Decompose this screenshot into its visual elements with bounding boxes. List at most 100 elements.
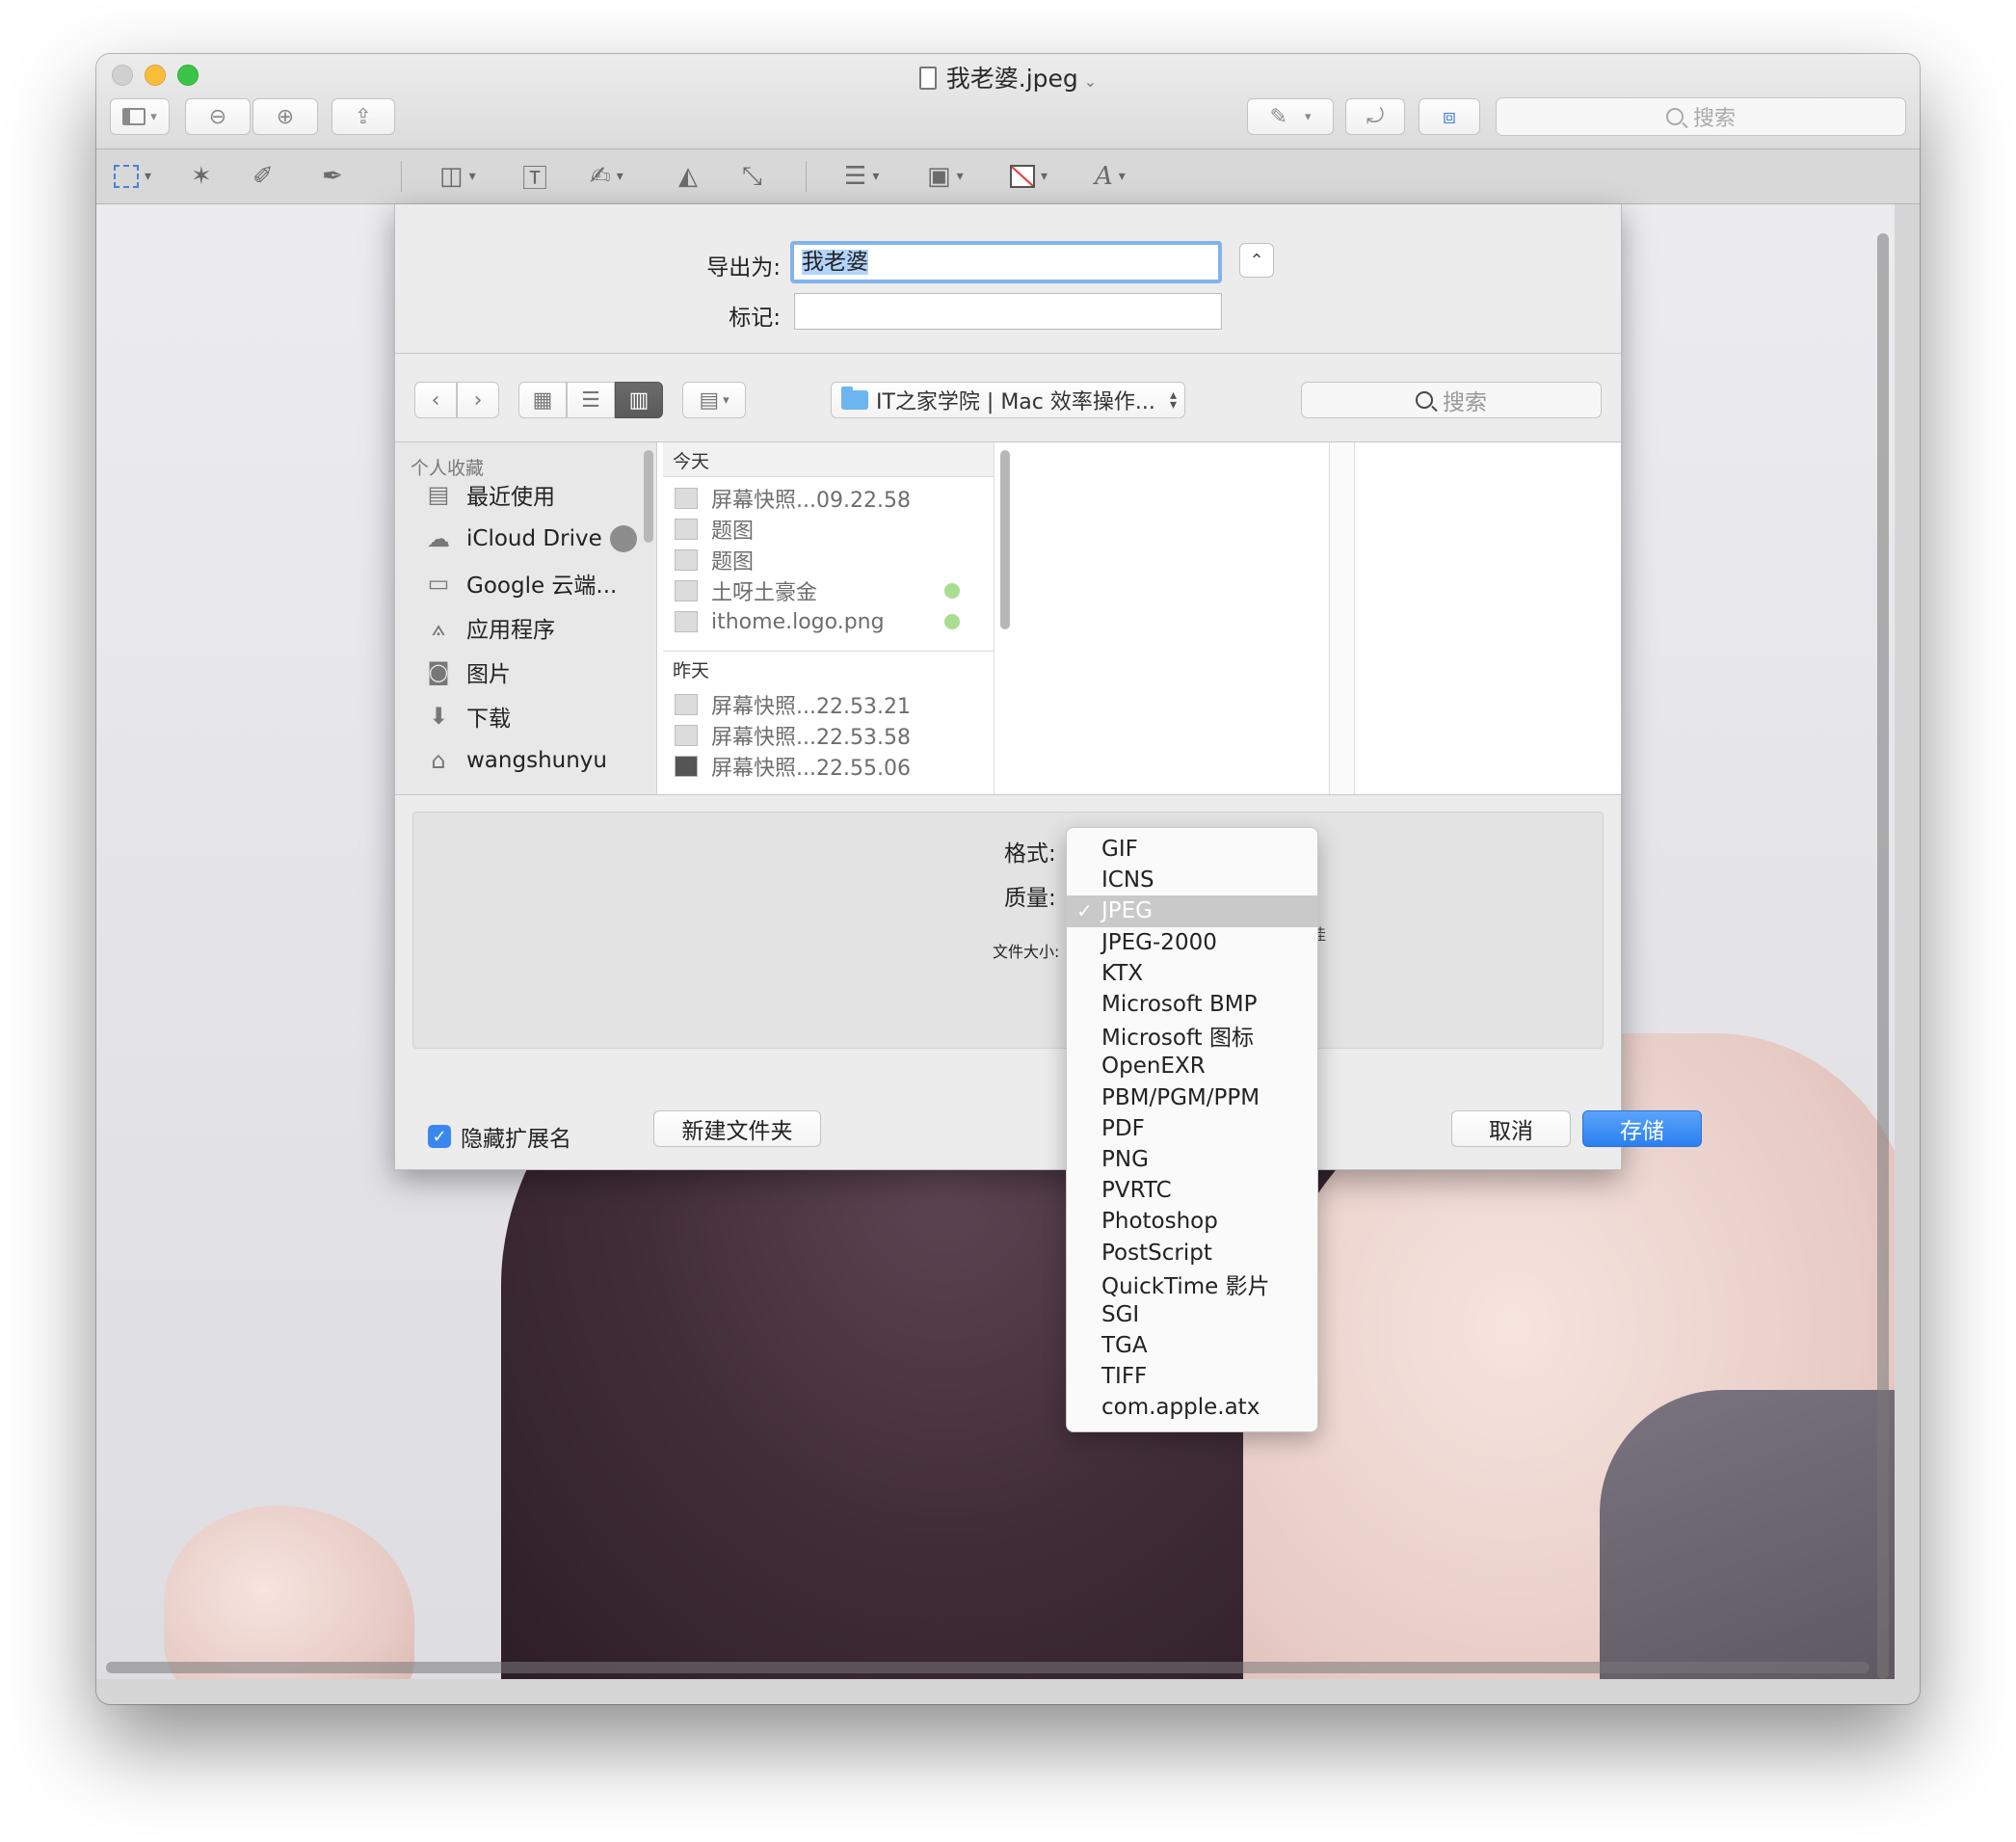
menu-item-jpeg-2000[interactable]: JPEG-2000: [1067, 927, 1317, 958]
selection-tool[interactable]: ▾: [114, 159, 151, 194]
sidebar-item-pictures[interactable]: ◙ 图片: [424, 653, 511, 691]
border-color-tool[interactable]: ▣ ▾: [927, 159, 964, 194]
menu-item-ktx[interactable]: KTX: [1067, 958, 1317, 989]
sidebar-item-recents[interactable]: ▤ 最近使用: [424, 475, 555, 514]
chevron-down-icon: ⌄: [1083, 72, 1098, 91]
hide-extension-checkbox[interactable]: ✓: [428, 1125, 451, 1148]
sidebar-icon: [122, 108, 146, 125]
sidebar-item-google-drive[interactable]: ▭ Google 云端...: [424, 564, 618, 602]
empty-column: [1018, 442, 1330, 794]
group-button[interactable]: ▤ ▾: [682, 382, 746, 418]
menu-item-pdf[interactable]: PDF: [1067, 1113, 1317, 1144]
chevron-down-icon: ▾: [956, 169, 964, 184]
menu-item-pbm-pgm-ppm[interactable]: PBM/PGM/PPM: [1067, 1082, 1317, 1113]
cancel-button[interactable]: 取消: [1451, 1110, 1571, 1147]
menu-item-openexr[interactable]: OpenEXR: [1067, 1051, 1317, 1081]
location-popup[interactable]: IT之家学院 | Mac 效率操作... ▴ ▾: [831, 382, 1185, 418]
menu-item-tiff[interactable]: TIFF: [1067, 1361, 1317, 1392]
sheet-search-field[interactable]: 搜索: [1301, 382, 1602, 418]
toolbox-button[interactable]: ⧈: [1419, 98, 1480, 135]
file-thumbnail-icon: [675, 519, 698, 540]
green-tag-icon: [944, 583, 960, 599]
column-resize-gutter[interactable]: [1330, 442, 1355, 794]
sketch-tool[interactable]: ✐: [252, 159, 274, 194]
export-sheet: 导出为: 我老婆 ⌃ 标记: ‹ › ▦ ☰ ▥ ▤ ▾ IT之家学院 | Mac…: [394, 204, 1702, 1170]
grid-icon: ▦: [532, 387, 553, 413]
zoom-in-icon: ⊕: [276, 104, 295, 129]
fill-color-tool[interactable]: ▾: [1010, 159, 1048, 194]
file-row[interactable]: 题图: [675, 545, 985, 575]
menu-item-apple-atx[interactable]: com.apple.atx: [1067, 1392, 1317, 1423]
document-icon: [918, 67, 937, 90]
zoom-in-button[interactable]: ⊕: [252, 98, 318, 135]
text-style-tool[interactable]: A ▾: [1095, 159, 1126, 194]
list-view-button[interactable]: ☰: [567, 382, 615, 418]
sidebar-toggle-button[interactable]: ▾: [110, 98, 170, 135]
menu-item-tga[interactable]: TGA: [1067, 1330, 1317, 1361]
draw-tool[interactable]: ✒: [322, 159, 343, 194]
menu-item-pvrtc[interactable]: PVRTC: [1067, 1175, 1317, 1206]
menu-item-microsoft-icon[interactable]: Microsoft 图标: [1067, 1020, 1317, 1051]
file-row[interactable]: ithome.logo.png: [675, 606, 985, 637]
sidebar-scrollbar[interactable]: [644, 450, 653, 543]
menu-item-icns[interactable]: ICNS: [1067, 865, 1317, 895]
collapse-sheet-button[interactable]: ⌃: [1239, 243, 1274, 278]
back-button[interactable]: ‹: [414, 382, 457, 418]
shapes-tool[interactable]: ◫ ▾: [439, 159, 476, 194]
menu-item-jpeg[interactable]: ✓ JPEG: [1067, 895, 1317, 927]
file-row[interactable]: 屏幕快照...22.53.58: [675, 720, 985, 751]
file-row[interactable]: 屏幕快照...09.22.58: [675, 483, 985, 514]
sidebar-item-home[interactable]: ⌂ wangshunyu: [424, 741, 607, 780]
instant-alpha-tool[interactable]: ✶: [191, 159, 212, 194]
menu-item-postscript[interactable]: PostScript: [1067, 1237, 1317, 1268]
sidebar-item-applications[interactable]: ⟑ 应用程序: [424, 608, 555, 647]
new-folder-button[interactable]: 新建文件夹: [653, 1110, 821, 1147]
applications-icon: ⟑: [431, 614, 446, 641]
text-tool[interactable]: 🅃: [522, 159, 547, 194]
file-row[interactable]: 屏幕快照...22.55.06: [675, 751, 985, 782]
rotate-button[interactable]: ⤾: [1345, 98, 1405, 135]
sign-icon: ✍: [590, 162, 611, 191]
format-dropdown-menu: GIF ICNS ✓ JPEG JPEG-2000 KTX Microsoft B…: [1066, 827, 1318, 1432]
selection-icon: [114, 165, 139, 188]
markup-toolbar-button[interactable]: ✎ ▾: [1247, 98, 1334, 135]
menu-item-gif[interactable]: GIF: [1067, 834, 1317, 865]
text-style-icon: A: [1095, 162, 1113, 191]
file-thumbnail-icon: [675, 725, 698, 746]
document-title[interactable]: 我老婆.jpeg ⌄: [96, 60, 1920, 94]
menu-item-sgi[interactable]: SGI: [1067, 1299, 1317, 1330]
border-color-icon: ▣: [927, 162, 951, 191]
menu-item-photoshop[interactable]: Photoshop: [1067, 1206, 1317, 1237]
menu-item-png[interactable]: PNG: [1067, 1144, 1317, 1175]
vertical-scrollbar[interactable]: [1877, 233, 1889, 1679]
forward-button[interactable]: ›: [457, 382, 499, 418]
file-row[interactable]: 土呀土豪金: [675, 575, 985, 606]
sign-tool[interactable]: ✍ ▾: [590, 159, 623, 194]
file-column-scrollbar[interactable]: [1000, 450, 1010, 629]
window-search-field[interactable]: 搜索: [1496, 97, 1906, 136]
tags-label: 标记:: [729, 306, 781, 331]
horizontal-scrollbar[interactable]: [106, 1662, 1870, 1673]
icon-view-button[interactable]: ▦: [518, 382, 567, 418]
menu-item-quicktime[interactable]: QuickTime 影片: [1067, 1268, 1317, 1299]
save-button[interactable]: 存储: [1582, 1110, 1702, 1147]
file-row[interactable]: 屏幕快照...22.53.21: [675, 689, 985, 720]
chevron-down-icon: ▾: [616, 169, 623, 184]
file-row[interactable]: 题图: [675, 514, 985, 545]
column-view-button[interactable]: ▥: [615, 382, 663, 418]
hide-extension-option[interactable]: ✓ 隐藏扩展名: [428, 1120, 571, 1153]
sidebar-item-downloads[interactable]: ⬇ 下载: [424, 697, 511, 735]
sidebar-item-icloud[interactable]: ☁ iCloud Drive: [424, 520, 637, 558]
chevron-up-icon: ⌃: [1249, 250, 1264, 271]
folder-icon: ▭: [427, 570, 450, 597]
cloud-icon: ☁: [427, 525, 450, 552]
tags-field[interactable]: [794, 293, 1222, 330]
file-column: 今天 屏幕快照...09.22.58 题图 题图 土呀土豪金 ithome.lo…: [663, 442, 995, 794]
filename-input[interactable]: 我老婆: [790, 241, 1222, 283]
adjust-color-tool[interactable]: ◭: [678, 159, 698, 194]
adjust-size-tool[interactable]: ⤡: [742, 159, 762, 194]
menu-item-microsoft-bmp[interactable]: Microsoft BMP: [1067, 989, 1317, 1020]
line-style-tool[interactable]: ☰ ▾: [844, 159, 879, 194]
zoom-out-button[interactable]: ⊖: [185, 98, 251, 135]
share-button[interactable]: ⇪: [332, 98, 395, 135]
